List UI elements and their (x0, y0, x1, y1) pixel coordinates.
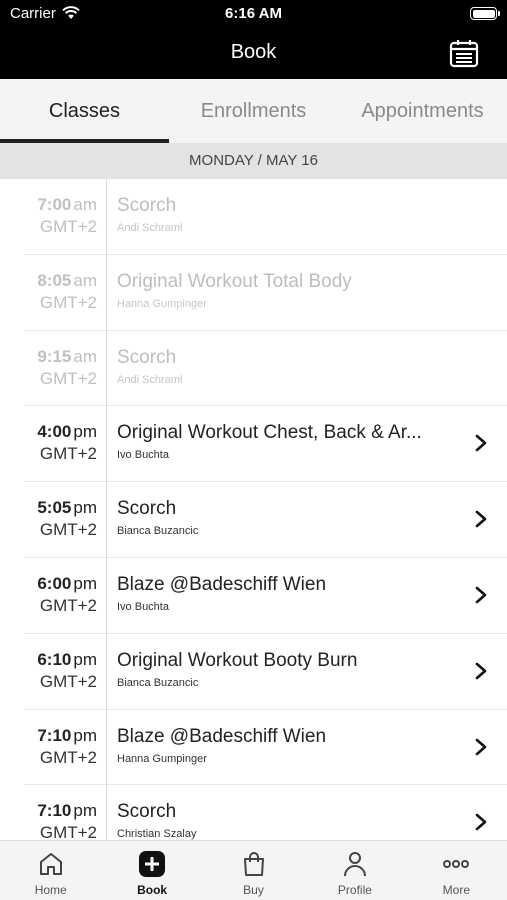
class-time: 7:00 am GMT+2 (24, 195, 97, 237)
nav-home[interactable]: Home (0, 841, 101, 900)
am-pm: pm (73, 498, 97, 518)
person-icon (340, 849, 370, 879)
am-pm: am (73, 346, 97, 366)
am-pm: pm (73, 801, 97, 821)
am-pm: am (73, 270, 97, 290)
start-time: 9:15 (37, 346, 72, 366)
am-pm: pm (73, 573, 97, 593)
class-row[interactable]: 4:00 pm GMT+2 Original Workout Chest, Back … (24, 406, 507, 483)
chevron-right-icon (475, 435, 487, 452)
nav-more[interactable]: More (406, 841, 507, 900)
instructor-name: Ivo Buchta (117, 600, 169, 613)
nav-book[interactable]: Book (101, 841, 202, 900)
class-time: 7:10 pm GMT+2 (24, 726, 97, 768)
tab-classes[interactable]: Classes (0, 79, 169, 143)
date-header: MONDAY / MAY 16 (0, 143, 507, 179)
chevron-right-icon (475, 814, 487, 831)
timezone: GMT+2 (39, 217, 97, 236)
chevron-right-icon (475, 738, 487, 755)
calendar-icon (449, 40, 479, 68)
instructor-name: Hanna Gumpinger (117, 752, 207, 765)
class-row[interactable]: 5:05 pm GMT+2 Scorch Bianca Buzancic (24, 482, 507, 558)
instructor-name: Bianca Buzancic (117, 525, 199, 538)
class-row[interactable]: 6:10 pm GMT+2 Original Workout Booty Burn Bi… (24, 634, 507, 710)
start-time: 5:05 (37, 498, 72, 518)
battery-icon (470, 7, 500, 20)
class-time: 7:10 pm GMT+2 (24, 801, 97, 840)
timezone: GMT+2 (39, 444, 97, 464)
calendar-button[interactable] (447, 36, 481, 70)
start-time: 6:00 (37, 573, 72, 593)
status-time: 6:16 AM (225, 5, 282, 22)
tab-appointments[interactable]: Appointments (338, 79, 507, 143)
shopping-bag-icon (239, 849, 269, 879)
timezone: GMT+2 (39, 671, 97, 691)
class-time: 4:00 pm GMT+2 (24, 422, 97, 464)
am-pm: pm (73, 422, 97, 442)
instructor-name: Ivo Buchta (117, 449, 169, 462)
instructor-name: Hanna Gumpinger (117, 297, 207, 310)
am-pm: am (73, 195, 97, 214)
more-dots-icon (441, 849, 471, 879)
chevron-right-icon (475, 586, 487, 604)
timezone: GMT+2 (39, 747, 97, 767)
class-row[interactable]: 7:10 pm GMT+2 Scorch Christian Szalay (24, 785, 507, 840)
class-name: Blaze @Badeschiff Wien (117, 725, 327, 747)
page-title: Book (230, 41, 277, 63)
book-plus-icon (137, 849, 167, 879)
class-name: Blaze @Badeschiff Wien (117, 573, 327, 595)
class-time: 5:05 pm GMT+2 (24, 498, 97, 540)
class-name: Scorch (117, 346, 177, 368)
class-list[interactable]: 7:00 am GMT+2 Scorch Andi Schraml 8:05 am GMT+2… (0, 179, 507, 840)
timezone: GMT+2 (39, 595, 97, 615)
timezone: GMT+2 (39, 520, 97, 540)
class-time: 8:05 am GMT+2 (24, 271, 97, 313)
instructor-name: Christian Szalay (117, 828, 197, 840)
nav-profile[interactable]: Profile (304, 841, 405, 900)
status-bar: Carrier 6:16 AM (0, 0, 507, 28)
class-name: Scorch (117, 195, 177, 216)
chevron-right-icon (475, 662, 487, 680)
timezone: GMT+2 (39, 368, 97, 388)
class-name: Original Workout Total Body (117, 270, 352, 292)
class-row[interactable]: 7:10 pm GMT+2 Blaze @Badeschiff Wien Hanna G… (24, 710, 507, 786)
start-time: 7:00 (37, 195, 72, 214)
instructor-name: Bianca Buzancic (117, 676, 199, 689)
class-name: Original Workout Booty Burn (117, 649, 358, 671)
class-row: 8:05 am GMT+2 Original Workout Total Body Ha… (24, 255, 507, 331)
nav-buy-label: Buy (243, 883, 264, 897)
start-time: 8:05 (37, 270, 72, 290)
timezone: GMT+2 (39, 823, 97, 840)
top-bar: Carrier 6:16 AM Book (0, 0, 507, 79)
home-icon (36, 849, 66, 879)
start-time: 7:10 (37, 801, 72, 821)
class-name: Original Workout Chest, Back & Ar... (117, 422, 422, 444)
nav-profile-label: Profile (337, 883, 372, 897)
nav-book-label: Book (137, 883, 168, 897)
nav-home-label: Home (34, 883, 67, 897)
instructor-name: Andi Schraml (117, 373, 183, 386)
class-name: Scorch (117, 498, 177, 520)
start-time: 4:00 (37, 422, 72, 442)
am-pm: pm (73, 725, 97, 745)
class-row[interactable]: 6:00 pm GMT+2 Blaze @Badeschiff Wien Ivo Buc… (24, 558, 507, 634)
start-time: 6:10 (37, 649, 72, 669)
class-row: 7:00 am GMT+2 Scorch Andi Schraml (24, 179, 507, 255)
class-time: 6:10 pm GMT+2 (24, 650, 97, 692)
tab-enrollments[interactable]: Enrollments (169, 79, 338, 143)
nav-buy[interactable]: Buy (203, 841, 304, 900)
start-time: 7:10 (37, 725, 72, 745)
timezone: GMT+2 (39, 292, 97, 312)
nav-more-label: More (442, 883, 470, 897)
bottom-nav: Home Book Buy Profile More (0, 840, 507, 900)
chevron-right-icon (475, 510, 487, 528)
class-time: 6:00 pm GMT+2 (24, 574, 97, 616)
instructor-name: Andi Schraml (117, 222, 183, 234)
tab-bar: Classes Enrollments Appointments (0, 79, 507, 143)
am-pm: pm (73, 649, 97, 669)
class-row: 9:15 am GMT+2 Scorch Andi Schraml (24, 331, 507, 407)
class-name: Scorch (117, 801, 177, 823)
class-time: 9:15 am GMT+2 (24, 347, 97, 389)
